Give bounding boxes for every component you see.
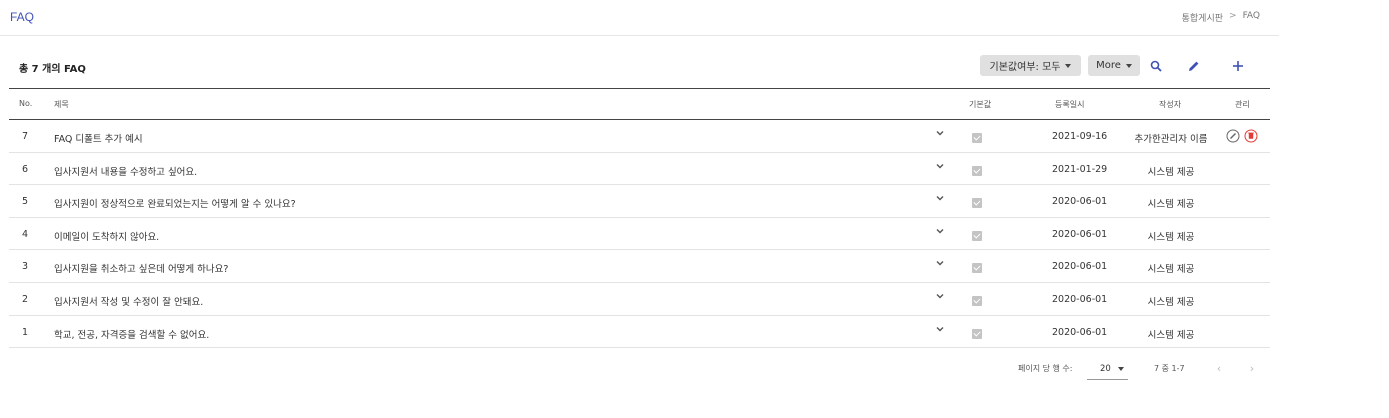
row-number: 7: [22, 131, 29, 142]
expand-button[interactable]: [935, 258, 945, 271]
table-row[interactable]: 6 입사지원서 내용을 수정하고 싶어요. 2021-01-29 시스템 제공: [9, 153, 1270, 186]
breadcrumb: 통합게시판 > FAQ: [1182, 11, 1260, 24]
table-row[interactable]: 4 이메일이 도착하지 않아요. 2020-06-01 시스템 제공: [9, 218, 1270, 251]
default-checkbox: [972, 230, 982, 241]
faq-count: 총 7 개의 FAQ: [19, 64, 86, 75]
chevron-down-icon: [936, 326, 944, 332]
search-icon: [1150, 60, 1162, 72]
chevron-down-icon: [936, 228, 944, 234]
page-range: 7 중 1-7: [1154, 364, 1185, 373]
expand-button[interactable]: [935, 161, 945, 174]
row-number: 4: [22, 228, 29, 240]
default-checkbox: [972, 133, 982, 143]
table-row[interactable]: 3 입사지원을 취소하고 싶은데 어떻게 하나요? 2020-06-01 시스템 제공: [9, 250, 1270, 283]
caret-down-icon: [1125, 63, 1132, 68]
row-date: 2020-06-01: [1052, 293, 1108, 305]
row-date: 2020-06-01: [1052, 326, 1108, 338]
row-date: 2020-06-01: [1052, 196, 1108, 208]
row-number: 2: [22, 293, 29, 305]
expand-button[interactable]: [935, 291, 945, 304]
table-row[interactable]: 1 학교, 전공, 자격증을 검색할 수 없어요. 2020-06-01 시스템 제공: [9, 316, 1270, 349]
expand-button[interactable]: [935, 128, 945, 141]
expand-button[interactable]: [935, 324, 945, 337]
row-title[interactable]: FAQ 디폴트 추가 예시: [54, 131, 143, 145]
chevron-left-icon: ‹: [1216, 361, 1222, 375]
more-button[interactable]: More: [1088, 55, 1140, 76]
table-body: 7 FAQ 디폴트 추가 예시 2021-09-16 추가한관리자 이름 6 입사지원서 …: [9, 120, 1270, 349]
rows-per-page-select[interactable]: 20: [1087, 358, 1128, 380]
breadcrumb-item-faq: FAQ: [1242, 11, 1260, 21]
table-header: No. 제목 기본값 등록일시 작성자 관리: [9, 88, 1270, 120]
default-checkbox: [972, 263, 982, 274]
row-number: 1: [22, 326, 29, 338]
column-header-author[interactable]: 작성자: [1159, 99, 1181, 110]
row-title[interactable]: 입사지원을 취소하고 싶은데 어떻게 하나요?: [54, 261, 228, 275]
page-title: FAQ: [10, 10, 35, 24]
row-title[interactable]: 이메일이 도착하지 않아요.: [54, 229, 159, 243]
row-number: 3: [22, 261, 29, 273]
caret-down-icon: [1065, 63, 1072, 68]
row-author: 시스템 제공: [1147, 329, 1195, 341]
breadcrumb-item-board[interactable]: 통합게시판: [1182, 11, 1223, 24]
column-header-manage: 관리: [1235, 100, 1250, 109]
row-title[interactable]: 학교, 전공, 자격증을 검색할 수 없어요.: [54, 327, 209, 341]
add-button[interactable]: [1228, 56, 1248, 76]
default-checkbox: [972, 198, 982, 209]
chevron-down-icon: [936, 196, 944, 201]
row-title[interactable]: 입사지원이 정상적으로 완료되었는지는 어떻게 알 수 있나요?: [54, 196, 296, 210]
edit-circle-icon[interactable]: [1226, 129, 1240, 143]
table-row[interactable]: 2 입사지원서 작성 및 수정이 잘 안돼요. 2020-06-01 시스템 제공: [9, 283, 1270, 316]
top-bar: FAQ 통합게시판 > FAQ: [0, 0, 1279, 36]
chevron-down-icon: [936, 261, 944, 266]
toolbar: 총 7 개의 FAQ 기본값여부: 모두 More: [0, 52, 1270, 88]
default-filter-button[interactable]: 기본값여부: 모두: [980, 55, 1081, 76]
row-title[interactable]: 입사지원서 작성 및 수정이 잘 안돼요.: [54, 294, 203, 308]
column-header-no[interactable]: No.: [19, 99, 32, 108]
faq-table: No. 제목 기본값 등록일시 작성자 관리 7 FAQ 디폴트 추가 예시 202…: [9, 88, 1270, 349]
column-header-default[interactable]: 기본값: [969, 99, 991, 110]
default-checkbox: [972, 295, 982, 306]
table-row[interactable]: 7 FAQ 디폴트 추가 예시 2021-09-16 추가한관리자 이름: [9, 120, 1270, 153]
row-title[interactable]: 입사지원서 내용을 수정하고 싶어요.: [54, 164, 197, 178]
add-icon: [1233, 61, 1243, 71]
row-author: 시스템 제공: [1147, 296, 1195, 308]
row-date: 2021-01-29: [1052, 163, 1108, 175]
previous-page-button[interactable]: ‹: [1212, 361, 1226, 375]
row-author: 시스템 제공: [1147, 166, 1195, 178]
breadcrumb-separator: >: [1229, 11, 1237, 21]
row-date: 2020-06-01: [1052, 261, 1108, 273]
row-author: 시스템 제공: [1147, 231, 1195, 243]
row-date: 2020-06-01: [1052, 228, 1108, 240]
table-row[interactable]: 5 입사지원이 정상적으로 완료되었는지는 어떻게 알 수 있나요? 2020-06…: [9, 185, 1270, 218]
edit-icon: [1189, 61, 1199, 71]
chevron-down-icon: [936, 163, 944, 169]
delete-icon[interactable]: [1244, 129, 1258, 143]
chevron-right-icon: ›: [1249, 361, 1255, 375]
pagination: 페이지 당 행 수: 20 7 중 1-7 ‹ ›: [0, 356, 1270, 386]
row-author: 시스템 제공: [1147, 264, 1195, 276]
default-filter-label: 기본값여부: 모두: [989, 62, 1061, 73]
chevron-down-icon: [936, 131, 944, 136]
default-checkbox: [972, 165, 982, 176]
default-checkbox: [972, 328, 982, 339]
row-number: 5: [22, 196, 29, 208]
row-date: 2021-09-16: [1052, 131, 1108, 142]
row-author: 시스템 제공: [1147, 199, 1195, 211]
column-header-title[interactable]: 제목: [54, 99, 69, 110]
next-page-button[interactable]: ›: [1245, 361, 1259, 375]
row-author: 추가한관리자 이름: [1134, 134, 1208, 145]
column-header-date[interactable]: 등록일시: [1055, 99, 1084, 110]
caret-down-icon: [1118, 366, 1124, 371]
more-label: More: [1096, 60, 1121, 71]
chevron-down-icon: [936, 293, 944, 299]
edit-button[interactable]: [1184, 56, 1204, 76]
expand-button[interactable]: [935, 193, 945, 206]
rows-per-page-value: 20: [1100, 363, 1111, 374]
search-button[interactable]: [1146, 56, 1166, 76]
row-manage-actions: [1226, 129, 1258, 143]
row-number: 6: [22, 163, 29, 175]
rows-per-page-label: 페이지 당 행 수:: [1018, 364, 1073, 373]
expand-button[interactable]: [935, 226, 945, 239]
